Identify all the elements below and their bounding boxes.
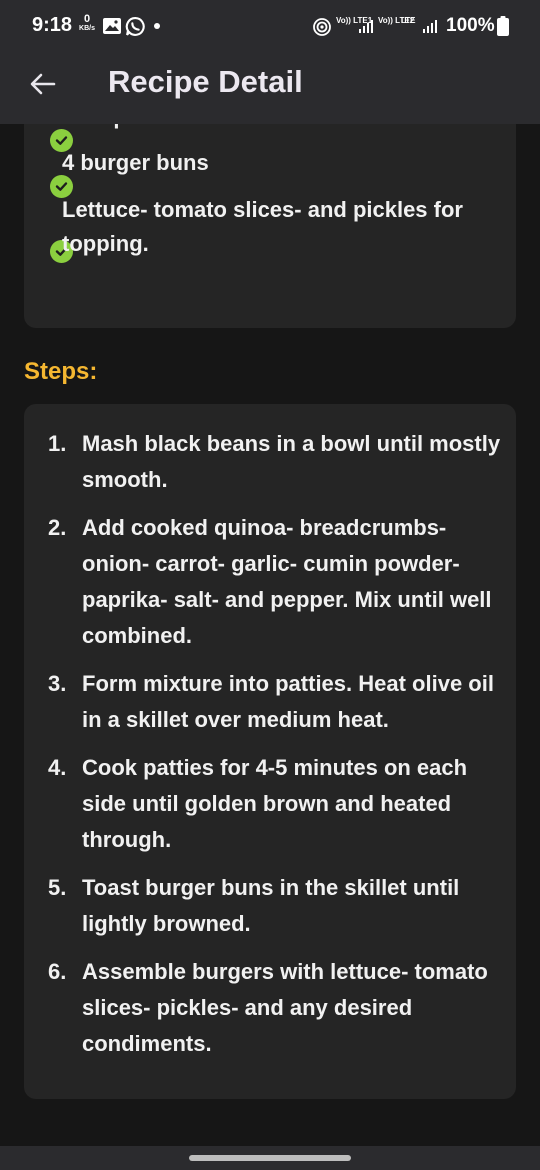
ingredient-text: 1 tbsp olive oil — [62, 124, 472, 134]
step-text: Toast burger buns in the skillet until l… — [82, 875, 460, 936]
battery-percent: 100% — [446, 15, 495, 36]
signal-icon — [423, 20, 437, 33]
status-time: 9:18 — [32, 14, 73, 36]
step-number: 4. — [48, 755, 67, 780]
hotspot-icon — [313, 18, 331, 36]
net-speed: 0 KB/s — [76, 13, 98, 33]
step-number: 1. — [48, 431, 67, 456]
step-text: Cook patties for 4-5 minutes on each sid… — [82, 755, 468, 852]
gallery-icon — [103, 18, 121, 34]
recipe-content[interactable]: 1 tbsp olive oil 4 burger buns Lettuce- … — [0, 124, 540, 1146]
step-number: 6. — [48, 959, 67, 984]
status-bar: 9:18 0 KB/s Vo)) LTE1 Vo)) LTE2 LTE 100% — [0, 0, 540, 52]
signal-icon — [359, 20, 373, 33]
step-number: 5. — [48, 875, 67, 900]
steps-heading: Steps: — [24, 358, 98, 385]
navigation-bar — [0, 1146, 540, 1170]
net-speed-value: 0 — [83, 13, 91, 25]
step-number: 3. — [48, 671, 67, 696]
ingredients-card: 1 tbsp olive oil 4 burger buns Lettuce- … — [24, 124, 516, 328]
battery-icon — [497, 16, 509, 36]
arrow-left-icon[interactable] — [28, 69, 58, 99]
app-bar: Recipe Detail — [0, 52, 540, 124]
ingredient-text: Lettuce- tomato slices- and pickles for … — [62, 197, 463, 256]
home-gesture-bar[interactable] — [189, 1155, 351, 1161]
steps-card: 1. Mash black beans in a bowl until most… — [24, 404, 516, 1099]
whatsapp-icon — [125, 17, 145, 36]
step-text: Mash black beans in a bowl until mostly … — [82, 431, 501, 492]
step-text: Add cooked quinoa- breadcrumbs- onion- c… — [82, 515, 492, 648]
step-number: 2. — [48, 515, 67, 540]
page-title: Recipe Detail — [108, 64, 303, 99]
net-speed-unit: KB/s — [79, 25, 95, 32]
ingredient-text: 4 burger buns — [62, 150, 209, 175]
step-text: Assemble burgers with lettuce- tomato sl… — [82, 959, 488, 1056]
step-text: Form mixture into patties. Heat olive oi… — [82, 671, 494, 732]
notification-dot — [154, 23, 160, 29]
network-type: LTE — [401, 16, 416, 25]
